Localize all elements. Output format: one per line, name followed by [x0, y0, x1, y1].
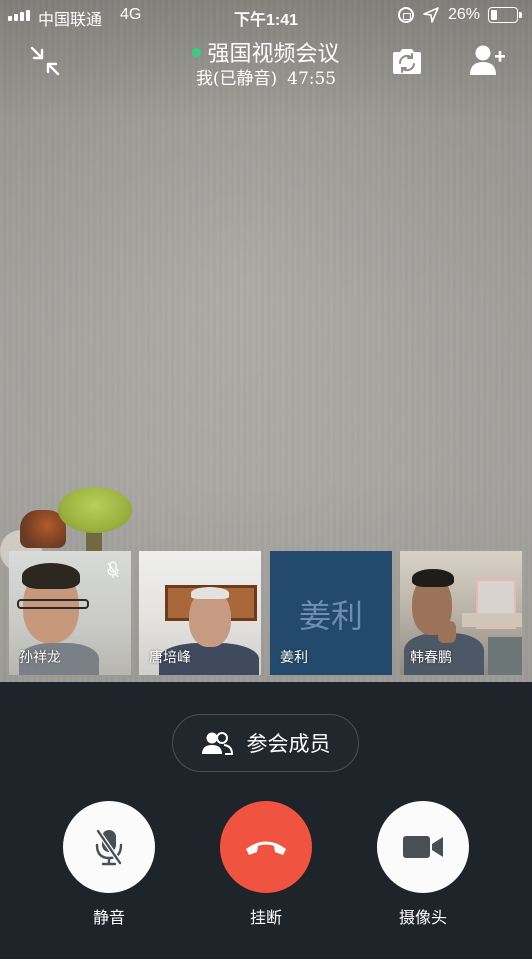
participant-name: 唐培峰 [149, 650, 191, 666]
participant-tile[interactable]: 姜利 姜利 [270, 551, 392, 675]
participant-name: 姜利 [280, 650, 308, 666]
status-bar: 中国联通 4G 下午1:41 26% [0, 0, 532, 30]
participant-strip[interactable]: 孙祥龙 唐培峰 姜利 姜利 韩春鹏 [0, 551, 532, 676]
participant-name: 孙祥龙 [19, 650, 61, 666]
mute-button[interactable] [63, 801, 155, 893]
self-mute-status: 我(已静音) [195, 69, 278, 89]
live-indicator-icon [192, 47, 202, 57]
mic-off-icon [107, 561, 119, 578]
battery-percent: 26% [448, 6, 481, 23]
participant-tile[interactable]: 韩春鹏 [400, 551, 522, 675]
participant-tile[interactable]: 唐培峰 [139, 551, 261, 675]
battery-icon [488, 7, 522, 23]
members-button[interactable]: 参会成员 [172, 714, 359, 772]
video-scene-plant [58, 487, 132, 533]
camera-label: 摄像头 [398, 908, 447, 927]
participant-tile[interactable]: 孙祥龙 [9, 551, 131, 675]
camera-toggle-button[interactable] [377, 801, 469, 893]
elapsed-time: 47:55 [287, 69, 337, 89]
camera-switch-icon[interactable] [390, 44, 424, 78]
participant-name: 韩春鹏 [410, 650, 452, 666]
hangup-button[interactable] [220, 801, 312, 893]
rotation-lock-icon [398, 7, 414, 23]
meeting-status: 我(已静音) 47:55 [0, 64, 532, 89]
participant-avatar: 姜利 [298, 597, 363, 635]
video-camera-icon [403, 836, 443, 858]
members-button-label: 参会成员 [246, 732, 331, 756]
mute-label: 静音 [92, 908, 125, 927]
people-icon [201, 732, 233, 755]
mic-off-icon [95, 829, 123, 866]
phone-hangup-icon [246, 841, 286, 855]
add-user-icon[interactable] [468, 42, 506, 78]
battery-level [491, 10, 497, 20]
location-arrow-icon [423, 7, 439, 23]
hangup-label: 挂断 [249, 908, 282, 927]
